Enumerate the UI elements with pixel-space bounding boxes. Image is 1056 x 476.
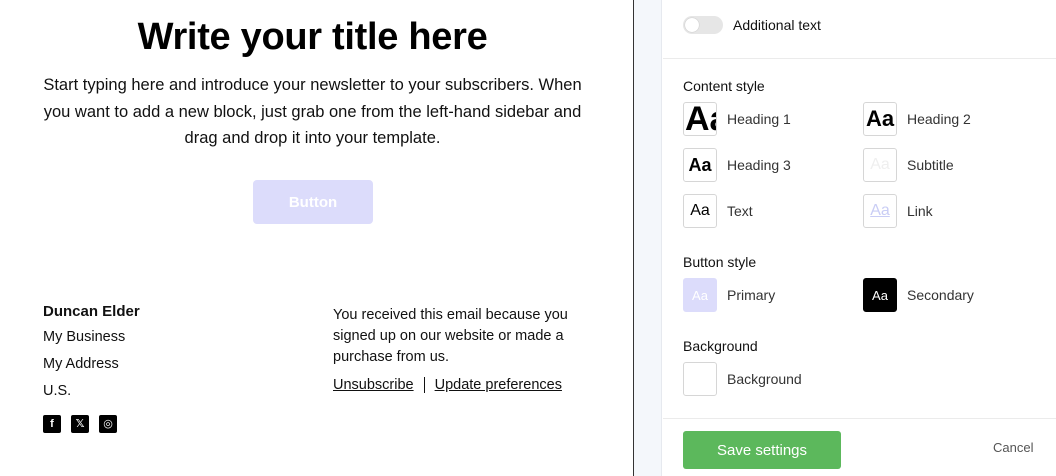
heading-1-swatch: Aa	[683, 102, 717, 136]
style-subtitle[interactable]: Aa Subtitle	[863, 148, 954, 182]
content-style-title: Content style	[683, 78, 765, 94]
social-links: f 𝕏 ◎	[43, 415, 140, 433]
cancel-button[interactable]: Cancel	[993, 440, 1033, 455]
style-text[interactable]: Aa Text	[683, 194, 753, 228]
style-link[interactable]: Aa Link	[863, 194, 933, 228]
button-style-title: Button style	[683, 254, 757, 270]
footer-separator	[663, 418, 1056, 419]
style-label: Heading 1	[727, 111, 791, 127]
style-label: Heading 2	[907, 111, 971, 127]
link-separator	[423, 377, 425, 393]
email-intro-text[interactable]: Start typing here and introduce your new…	[40, 72, 585, 152]
heading-2-swatch: Aa	[863, 102, 897, 136]
panel-gutter	[634, 0, 662, 476]
style-label: Text	[727, 203, 753, 219]
heading-3-swatch: Aa	[683, 148, 717, 182]
style-label: Background	[727, 371, 802, 387]
footer-contact: Duncan Elder My Business My Address U.S.…	[43, 303, 140, 433]
style-button-secondary[interactable]: Aa Secondary	[863, 278, 974, 312]
primary-button-swatch: Aa	[683, 278, 717, 312]
footer-sender-name: Duncan Elder	[43, 303, 140, 320]
instagram-icon[interactable]: ◎	[99, 415, 117, 433]
x-icon[interactable]: 𝕏	[71, 415, 89, 433]
style-heading-1[interactable]: Aa Heading 1	[683, 102, 791, 136]
save-settings-button[interactable]: Save settings	[683, 431, 841, 469]
newsletter-editor: Write your title here Start typing here …	[0, 0, 1056, 476]
facebook-icon[interactable]: f	[43, 415, 61, 433]
footer-note: You received this email because you sign…	[333, 307, 568, 365]
footer-links: Unsubscribe Update preferences	[333, 377, 588, 393]
style-heading-3[interactable]: Aa Heading 3	[683, 148, 791, 182]
style-label: Subtitle	[907, 157, 954, 173]
style-settings-panel: Additional text Content style Aa Heading…	[663, 0, 1056, 476]
unsubscribe-link[interactable]: Unsubscribe	[333, 377, 414, 393]
background-title: Background	[683, 338, 758, 354]
additional-text-toggle[interactable]	[683, 16, 723, 34]
additional-text-label: Additional text	[733, 17, 821, 33]
style-label: Link	[907, 203, 933, 219]
email-preview: Write your title here Start typing here …	[0, 0, 633, 476]
update-preferences-link[interactable]: Update preferences	[435, 377, 562, 393]
subtitle-swatch: Aa	[863, 148, 897, 182]
footer-country: U.S.	[43, 383, 72, 399]
text-swatch: Aa	[683, 194, 717, 228]
email-title[interactable]: Write your title here	[0, 16, 625, 59]
additional-text-row: Additional text	[683, 16, 821, 34]
footer-address: My Address	[43, 356, 119, 372]
style-button-primary[interactable]: Aa Primary	[683, 278, 775, 312]
style-background[interactable]: Background	[683, 362, 802, 396]
panel-separator	[663, 58, 1056, 59]
background-swatch	[683, 362, 717, 396]
style-label: Secondary	[907, 287, 974, 303]
style-label: Heading 3	[727, 157, 791, 173]
link-swatch: Aa	[863, 194, 897, 228]
footer-legal: You received this email because you sign…	[333, 305, 588, 393]
style-label: Primary	[727, 287, 776, 303]
footer-business: My Business	[43, 329, 126, 345]
style-heading-2[interactable]: Aa Heading 2	[863, 102, 971, 136]
toggle-knob	[685, 18, 699, 32]
secondary-button-swatch: Aa	[863, 278, 897, 312]
email-cta-button[interactable]: Button	[253, 180, 373, 224]
